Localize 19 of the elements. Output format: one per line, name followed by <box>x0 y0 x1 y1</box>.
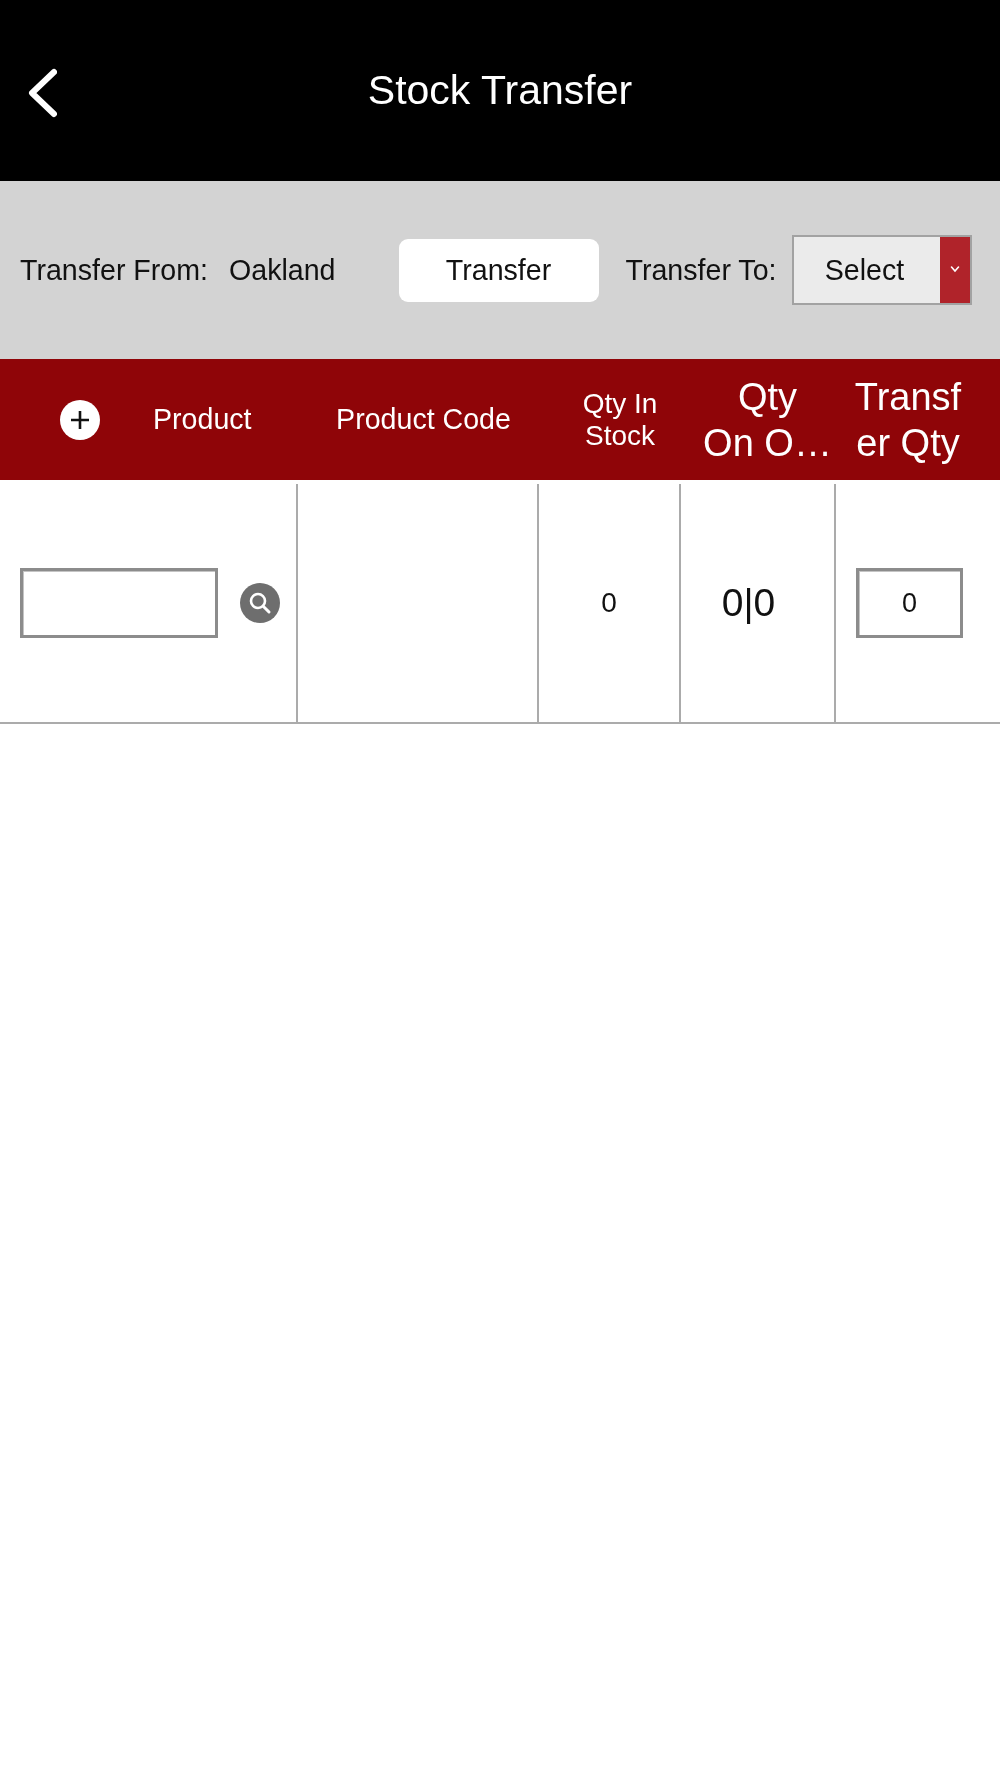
column-header: Qty In Stock <box>582 387 658 452</box>
column-header: Transf er Qty <box>854 374 962 466</box>
quantity-input[interactable]: 0 <box>856 568 963 638</box>
transfer-from-label: Transfer From: <box>20 253 208 287</box>
search-icon[interactable] <box>240 583 280 623</box>
column-header: Product Code <box>336 403 511 436</box>
source-location: Oakland <box>229 253 336 287</box>
cell-value: 0|0 <box>721 581 776 625</box>
product-input[interactable] <box>20 568 218 638</box>
page-title: Stock Transfer <box>367 67 633 114</box>
add-icon[interactable] <box>60 399 100 440</box>
column-header: Qty On O… <box>703 374 832 466</box>
chevron-left-icon[interactable] <box>27 67 57 118</box>
destination-select[interactable]: Select <box>792 235 973 305</box>
transfer-to-label: Transfer To: <box>625 253 777 287</box>
transfer-button[interactable]: Transfer <box>398 238 599 302</box>
column-header: Product <box>153 403 252 436</box>
caret-icon[interactable] <box>940 237 971 303</box>
cell-value: 0 <box>601 587 617 619</box>
